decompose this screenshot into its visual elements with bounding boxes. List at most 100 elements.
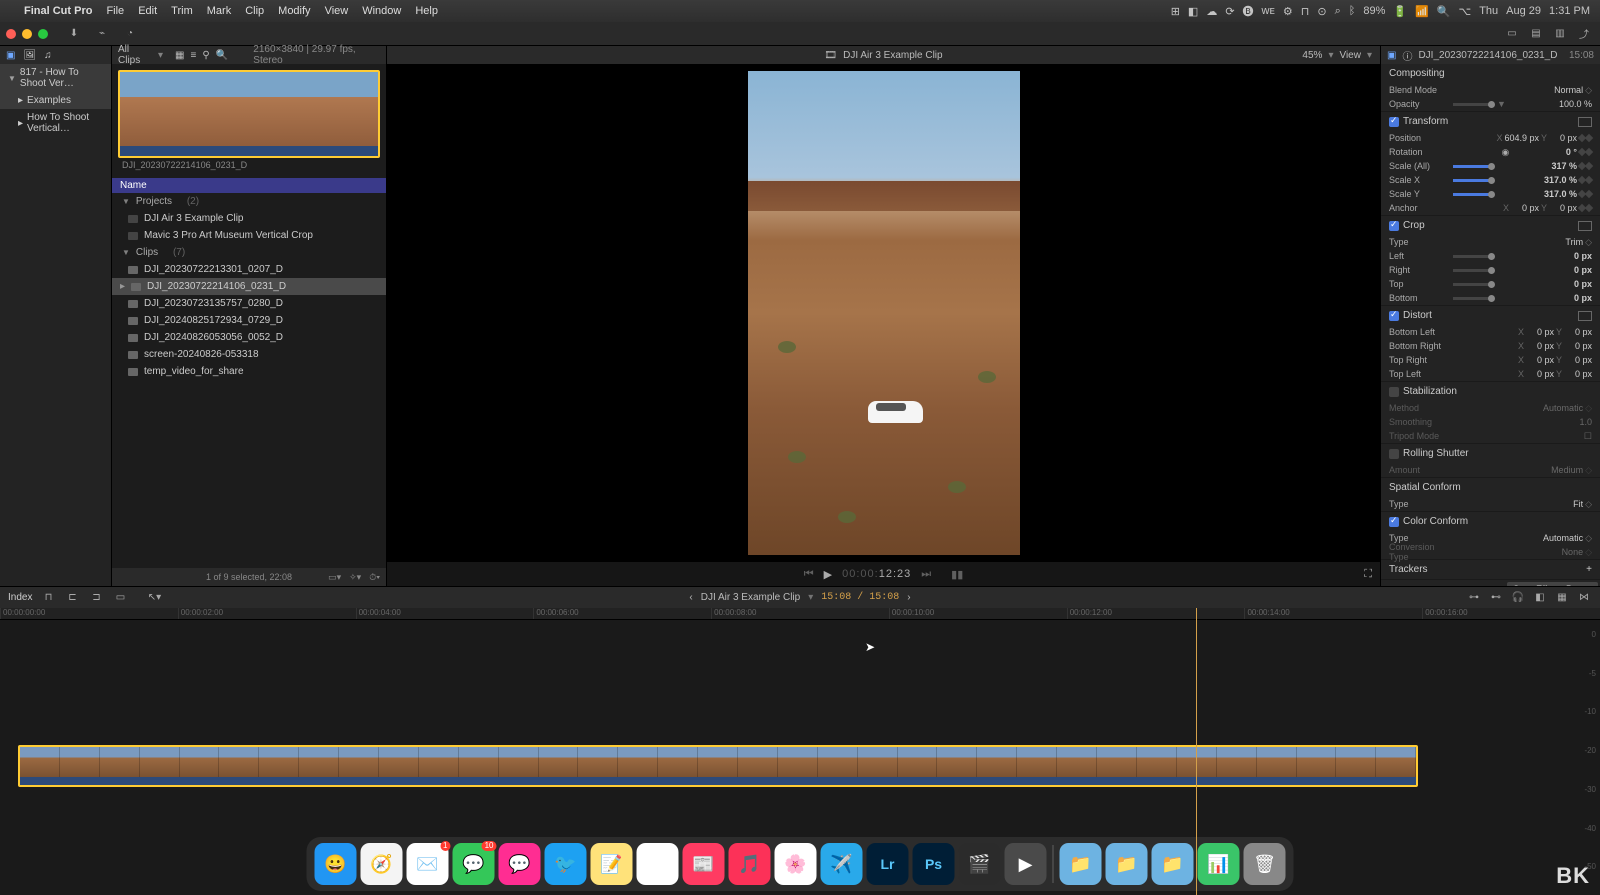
timeline-next-button[interactable]: › [907, 592, 910, 603]
crop-right-value[interactable]: 0 px [1574, 265, 1592, 275]
retime-icon[interactable]: ⏱▾ [369, 572, 380, 583]
import-button[interactable]: ⬇ [64, 26, 84, 42]
distort-tl-y[interactable]: 0 px [1564, 369, 1592, 379]
wifi-icon[interactable]: 📶 [1415, 5, 1429, 18]
distort-tl-x[interactable]: 0 px [1526, 369, 1554, 379]
dock-app-music[interactable]: 🎵 [729, 843, 771, 885]
bluetooth-icon[interactable]: ᛒ [1349, 5, 1356, 17]
search-icon[interactable]: 🔍 [216, 50, 228, 61]
scale-all-value[interactable]: 317 % [1551, 161, 1577, 171]
insert-clip-button[interactable]: ⊏ [64, 591, 80, 605]
clip-appearance-icon[interactable]: ▭▾ [328, 572, 341, 583]
dock-app-photos[interactable]: 🌸 [775, 843, 817, 885]
dock-app-twitter[interactable]: 🐦 [545, 843, 587, 885]
anchor-x[interactable]: 0 px [1511, 203, 1539, 213]
anchor-y[interactable]: 0 px [1549, 203, 1577, 213]
compositing-section[interactable]: Compositing [1381, 64, 1600, 83]
menu-window[interactable]: Window [362, 5, 401, 17]
clip-item[interactable]: screen-20240826-053318 [112, 346, 386, 363]
dock-app-lightroom[interactable]: Lr [867, 843, 909, 885]
rotation-dial-icon[interactable]: ◉ [1502, 147, 1510, 158]
status-icon[interactable]: ⊓ [1301, 5, 1310, 18]
append-clip-button[interactable]: ⊐ [88, 591, 104, 605]
layout-browser-button[interactable]: ▭ [1502, 26, 1522, 42]
distort-br-x[interactable]: 0 px [1526, 341, 1554, 351]
info-inspector-tab[interactable]: ⓘ [1402, 48, 1412, 63]
blend-mode-value[interactable]: Normal [1554, 85, 1583, 95]
library-tab-icon[interactable]: ▣ [6, 50, 15, 61]
timeline-clip[interactable]: DJI_20230722214106_0231_D [18, 745, 1418, 787]
stabilization-checkbox[interactable] [1389, 387, 1399, 397]
scale-all-slider[interactable] [1453, 165, 1493, 168]
effects-browser-button[interactable]: ▦ [1554, 591, 1570, 605]
dock-app-messenger[interactable]: 💬 [499, 843, 541, 885]
menu-view[interactable]: View [325, 5, 349, 17]
project-item[interactable]: Mavic 3 Pro Art Museum Vertical Crop [112, 227, 386, 244]
audio-meters-icon[interactable]: ▮▮ [951, 568, 963, 581]
photos-tab-icon[interactable]: 🖼 [23, 50, 36, 61]
scale-x-slider[interactable] [1453, 179, 1493, 182]
bgtasks-button[interactable]: ◔ [120, 26, 140, 42]
status-icon[interactable]: ⟳ [1225, 5, 1234, 18]
close-window-button[interactable] [6, 29, 16, 39]
skimming-button[interactable]: ⊷ [1488, 591, 1504, 605]
status-icon[interactable]: ⊙ [1317, 5, 1326, 18]
minimize-window-button[interactable] [22, 29, 32, 39]
crop-left-slider[interactable] [1453, 255, 1493, 258]
dock-app-folder3[interactable]: 📁 [1152, 843, 1194, 885]
dock-app-photoshop[interactable]: Ps [913, 843, 955, 885]
search-icon[interactable]: 🔍 [1437, 5, 1451, 18]
color-conform-section[interactable]: Color Conform [1381, 512, 1600, 531]
clip-item[interactable]: DJI_20230722213301_0207_D [112, 261, 386, 278]
cc-type-value[interactable]: Automatic [1543, 533, 1583, 543]
spatial-conform-section[interactable]: Spatial Conform [1381, 478, 1600, 497]
sc-type-value[interactable]: Fit [1573, 499, 1583, 509]
distort-tr-y[interactable]: 0 px [1564, 355, 1592, 365]
dock-app-mail[interactable]: ✉️1 [407, 843, 449, 885]
column-header-name[interactable]: Name [112, 178, 386, 193]
menu-mark[interactable]: Mark [207, 5, 231, 17]
tools-dropdown[interactable]: ↖▾ [146, 591, 162, 605]
rolling-shutter-checkbox[interactable] [1389, 449, 1399, 459]
layout-timeline-button[interactable]: ▤ [1526, 26, 1546, 42]
dock-app-folder1[interactable]: 📁 [1060, 843, 1102, 885]
dock-app-quicktime[interactable]: ▶︎ [1005, 843, 1047, 885]
distort-section[interactable]: Distort [1381, 306, 1600, 325]
stabilization-section[interactable]: Stabilization [1381, 382, 1600, 401]
crop-top-value[interactable]: 0 px [1574, 279, 1592, 289]
dock-app-trash[interactable]: 🗑 [1244, 843, 1286, 885]
status-icon[interactable]: ⚙︎ [1283, 5, 1293, 18]
position-x[interactable]: 604.9 px [1504, 133, 1539, 143]
filmstrip-view-icon[interactable]: ▦ [175, 50, 184, 61]
menu-clip[interactable]: Clip [245, 5, 264, 17]
trackers-section[interactable]: Trackers+ [1381, 560, 1600, 579]
clip-item[interactable]: DJI_20240825172934_0729_D [112, 312, 386, 329]
playhead[interactable] [1196, 608, 1197, 895]
dock-app-folder2[interactable]: 📁 [1106, 843, 1148, 885]
clip-item[interactable]: temp_video_for_share [112, 363, 386, 380]
connect-clip-button[interactable]: ⊓ [40, 591, 56, 605]
viewer-zoom[interactable]: 45% [1302, 50, 1322, 61]
video-inspector-tab[interactable]: ▣ [1387, 50, 1396, 61]
dock-app-numbers[interactable]: 📊 [1198, 843, 1240, 885]
clips-group[interactable]: ▼Clips (7) [112, 244, 386, 261]
status-icon[interactable]: ⌕ [1335, 5, 1341, 18]
app-name[interactable]: Final Cut Pro [24, 5, 92, 17]
clip-item[interactable]: DJI_20230723135757_0280_D [112, 295, 386, 312]
zoom-window-button[interactable] [38, 29, 48, 39]
solo-button[interactable]: ◧ [1532, 591, 1548, 605]
status-icon[interactable]: ◧ [1188, 5, 1198, 18]
opacity-slider[interactable] [1453, 103, 1493, 106]
status-icon[interactable]: ᴡᴇ [1262, 5, 1275, 17]
menu-edit[interactable]: Edit [138, 5, 157, 17]
prev-edit-button[interactable]: ⏮ [804, 568, 814, 581]
browser-scope-dropdown[interactable]: All Clips [118, 44, 152, 66]
dock-app-finalcut[interactable]: 🎬 [959, 843, 1001, 885]
dock-app-safari[interactable]: 🧭 [361, 843, 403, 885]
color-conform-checkbox[interactable] [1389, 517, 1399, 527]
crop-section[interactable]: Crop [1381, 216, 1600, 235]
dock-app-notes[interactable]: 📝 [591, 843, 633, 885]
list-view-icon[interactable]: ≡ [190, 50, 196, 61]
transitions-browser-button[interactable]: ⋈ [1576, 591, 1592, 605]
distort-bl-x[interactable]: 0 px [1526, 327, 1554, 337]
